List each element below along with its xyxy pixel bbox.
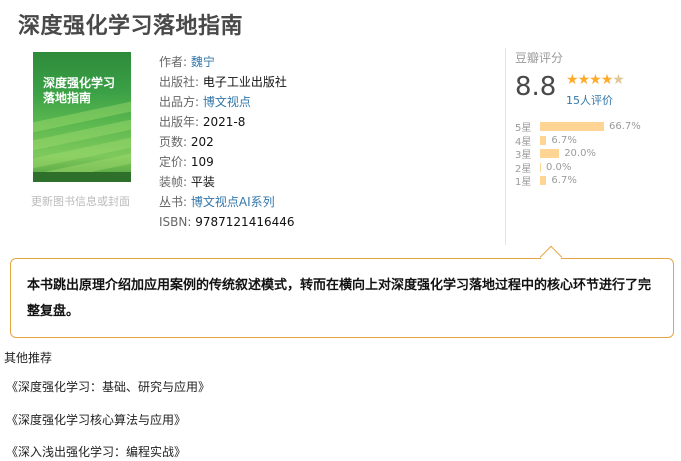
rating-count-link[interactable]: 15人评价	[566, 92, 613, 108]
book-cover-image[interactable]: 深度强化学习 落地指南	[33, 52, 131, 182]
other-recommendations-heading: 其他推荐	[4, 351, 53, 365]
dist-bar	[540, 162, 541, 172]
rating-score: 8.8	[515, 72, 557, 102]
info-row-producer: 出品方: 博文视点	[159, 95, 251, 109]
info-row-series: 丛书: 博文视点AI系列	[159, 195, 275, 209]
info-row-author: 作者: 魏宁	[159, 55, 215, 69]
star-rating-icon: ★★★★★	[566, 72, 625, 88]
producer-link[interactable]: 博文视点	[203, 95, 251, 109]
info-row-pages: 页数: 202	[159, 135, 214, 149]
recommendation-item[interactable]: 《深入浅出强化学习：编程实战》	[6, 443, 210, 461]
info-row-binding: 装帧: 平装	[159, 175, 215, 189]
series-link[interactable]: 博文视点AI系列	[191, 195, 275, 209]
star-icon: ★	[589, 72, 602, 88]
recommendation-item[interactable]: 《深度强化学习核心算法与应用》	[6, 411, 210, 444]
cover-title: 深度强化学习 落地指南	[43, 76, 116, 105]
star-icon: ★	[600, 72, 614, 88]
intro-text: 本书跳出原理介绍加应用案例的传统叙述模式，转而在横向上对深度强化学习落地过程中的…	[27, 278, 652, 319]
book-intro-box: 本书跳出原理介绍加应用案例的传统叙述模式，转而在横向上对深度强化学习落地过程中的…	[10, 258, 674, 338]
half-star-icon: ★	[612, 72, 625, 88]
dist-bar	[540, 176, 547, 186]
update-book-info-link[interactable]: 更新图书信息或封面	[31, 193, 130, 209]
recommendation-item[interactable]: 《深度强化学习：基础、研究与应用》	[6, 378, 210, 411]
rating-distribution: 5星 66.7% 4星 6.7% 3星 20.0% 2星 0.0% 1星 6.7%	[515, 120, 641, 188]
info-row-year: 出版年: 2021-8	[159, 115, 246, 129]
dist-bar	[540, 135, 547, 145]
info-row-isbn: ISBN: 9787121416446	[159, 215, 295, 229]
dist-row: 2星 0.0%	[515, 161, 572, 175]
dist-row: 1星 6.7%	[515, 175, 577, 189]
rating-label: 豆瓣评分	[515, 51, 564, 65]
dist-bar	[540, 122, 604, 132]
rating-panel: 豆瓣评分 8.8 ★★★★★ 15人评价 5星 66.7% 4星 6.7% 3星 20…	[505, 48, 670, 245]
dist-bar	[540, 149, 560, 159]
cover-footer-band	[33, 172, 131, 182]
book-info-list: 作者: 魏宁 出版社: 电子工业出版社 出品方: 博文视点 出版年: 2021-…	[159, 52, 295, 232]
star-icon: ★	[577, 72, 591, 88]
dist-row: 4星 6.7%	[515, 134, 577, 148]
star-icon: ★	[566, 72, 579, 88]
dist-row: 5星 66.7%	[515, 121, 641, 135]
page-title: 深度强化学习落地指南	[18, 14, 244, 39]
info-row-price: 定价: 109	[159, 155, 214, 169]
info-row-publisher: 出版社: 电子工业出版社	[159, 75, 287, 89]
author-link[interactable]: 魏宁	[191, 55, 215, 69]
recommendation-list: 《深度强化学习：基础、研究与应用》 《深度强化学习核心算法与应用》 《深入浅出强…	[6, 378, 210, 461]
dist-row: 3星 20.0%	[515, 148, 596, 162]
